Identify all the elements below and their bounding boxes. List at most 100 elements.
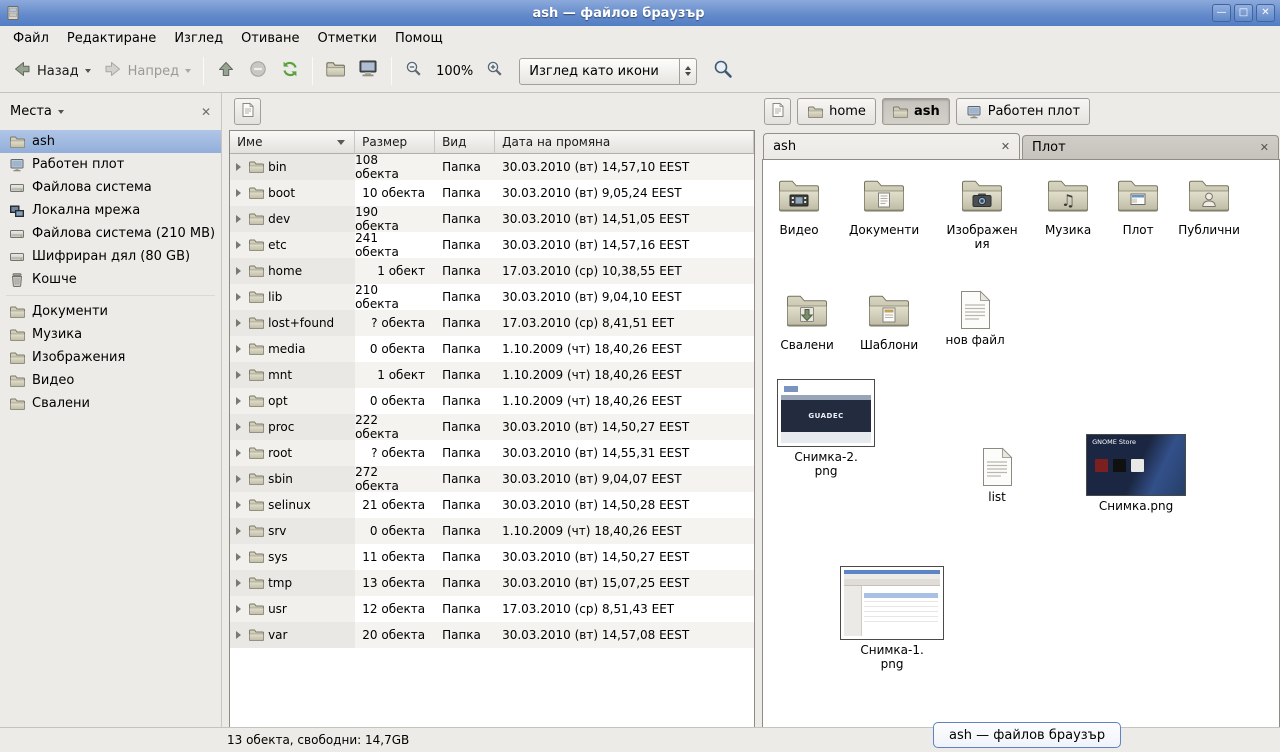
file-row-mnt[interactable]: mnt1 обектПапка1.10.2009 (чт) 18,40,26 E… — [230, 362, 754, 388]
expander-icon[interactable] — [236, 163, 241, 171]
back-history-chevron-icon[interactable] — [85, 69, 91, 73]
icon-item-documents[interactable]: Документи — [846, 172, 922, 237]
expander-icon[interactable] — [236, 319, 241, 327]
expander-icon[interactable] — [236, 423, 241, 431]
expander-icon[interactable] — [236, 267, 241, 275]
breadcrumb-ash[interactable]: ash — [882, 98, 950, 125]
sidebar-item-ash[interactable]: ash — [0, 130, 221, 153]
menu-go[interactable]: Отиване — [232, 28, 308, 49]
pane-splitter[interactable] — [222, 93, 229, 727]
icon-item-list[interactable]: list — [959, 447, 1035, 504]
sidebar-item-trash[interactable]: Кошче — [0, 268, 221, 291]
taskbar-window-label[interactable]: ash — файлов браузър — [933, 722, 1121, 748]
expander-icon[interactable] — [236, 449, 241, 457]
column-header-name[interactable]: Име — [230, 131, 355, 154]
file-row-srv[interactable]: srv0 обектаПапка1.10.2009 (чт) 18,40,26 … — [230, 518, 754, 544]
icon-item-snimka-2[interactable]: GUADECСнимка-2. png — [774, 379, 878, 479]
expander-icon[interactable] — [236, 293, 241, 301]
tab-ash[interactable]: ash✕ — [763, 133, 1020, 159]
file-row-var[interactable]: var20 обектаПапка30.03.2010 (вт) 14,57,0… — [230, 622, 754, 648]
sidebar-item-desktop[interactable]: Работен плот — [0, 153, 221, 176]
icon-item-music[interactable]: ♫Музика — [1030, 172, 1106, 237]
zoom-in-button[interactable] — [479, 55, 511, 87]
file-row-tmp[interactable]: tmp13 обектаПапка30.03.2010 (вт) 15,07,2… — [230, 570, 754, 596]
sidebar-item-downloads[interactable]: Свалени — [0, 392, 221, 415]
expander-icon[interactable] — [236, 241, 241, 249]
menu-edit[interactable]: Редактиране — [58, 28, 165, 49]
location-toggle-button[interactable] — [234, 98, 261, 125]
file-row-sbin[interactable]: sbin272 обектаПапка30.03.2010 (вт) 9,04,… — [230, 466, 754, 492]
icon-item-public[interactable]: Публични — [1171, 172, 1247, 237]
location-toggle-button[interactable] — [764, 98, 791, 125]
sidebar-close-icon[interactable]: ✕ — [201, 105, 211, 119]
close-button[interactable]: ✕ — [1256, 4, 1275, 22]
icon-view[interactable]: ВидеоДокументи Изображен ия♫МузикаПлотПуб… — [762, 159, 1280, 727]
expander-icon[interactable] — [236, 397, 241, 405]
file-row-sys[interactable]: sys11 обектаПапка30.03.2010 (вт) 14,50,2… — [230, 544, 754, 570]
forward-button[interactable]: Напред — [97, 55, 197, 87]
maximize-button[interactable]: □ — [1234, 4, 1253, 22]
home-button[interactable] — [319, 55, 351, 87]
titlebar[interactable]: ash — файлов браузър — □ ✕ — [0, 0, 1280, 26]
sidebar-item-filesystem-210mb[interactable]: Файлова система (210 MB) — [0, 222, 221, 245]
file-row-bin[interactable]: bin108 обектаПапка30.03.2010 (вт) 14,57,… — [230, 154, 754, 180]
expander-icon[interactable] — [236, 475, 241, 483]
view-mode-select[interactable]: Изглед като икони — [519, 58, 697, 85]
file-row-root[interactable]: root? обектаПапка30.03.2010 (вт) 14,55,3… — [230, 440, 754, 466]
expander-icon[interactable] — [236, 371, 241, 379]
tab-plot[interactable]: Плот✕ — [1022, 135, 1279, 159]
menu-help[interactable]: Помощ — [386, 28, 452, 49]
sidebar-item-filesystem[interactable]: Файлова система — [0, 176, 221, 199]
back-button[interactable]: Назад — [6, 55, 97, 87]
file-row-boot[interactable]: boot10 обектаПапка30.03.2010 (вт) 9,05,2… — [230, 180, 754, 206]
expander-icon[interactable] — [236, 345, 241, 353]
sidebar-item-images[interactable]: Изображения — [0, 346, 221, 369]
expander-icon[interactable] — [236, 501, 241, 509]
tab-close-icon[interactable]: ✕ — [1001, 141, 1010, 152]
file-row-dev[interactable]: dev190 обектаПапка30.03.2010 (вт) 14,51,… — [230, 206, 754, 232]
sidebar-item-network[interactable]: Локална мрежа — [0, 199, 221, 222]
expander-icon[interactable] — [236, 527, 241, 535]
column-header-type[interactable]: Вид — [435, 131, 495, 154]
file-row-home[interactable]: home1 обектПапка17.03.2010 (ср) 10,38,55… — [230, 258, 754, 284]
icon-item-snimka-1[interactable]: Снимка-1. png — [841, 566, 943, 672]
menu-file[interactable]: Файл — [4, 28, 58, 49]
expander-icon[interactable] — [236, 605, 241, 613]
icon-item-downloads[interactable]: Свалени — [769, 287, 845, 352]
sidebar-chevron-icon[interactable] — [58, 110, 64, 114]
zoom-out-button[interactable] — [398, 55, 430, 87]
pane-splitter[interactable] — [755, 93, 762, 727]
file-row-proc[interactable]: proc222 обектаПапка30.03.2010 (вт) 14,50… — [230, 414, 754, 440]
file-row-media[interactable]: media0 обектаПапка1.10.2009 (чт) 18,40,2… — [230, 336, 754, 362]
expander-icon[interactable] — [236, 553, 241, 561]
icon-item-plot[interactable]: Плот — [1100, 172, 1176, 237]
icon-item-images[interactable]: Изображен ия — [944, 172, 1020, 252]
icon-item-templates[interactable]: Шаблони — [851, 287, 927, 352]
computer-button[interactable] — [351, 55, 385, 87]
icon-item-snimka[interactable]: GNOME StoreСнимка.png — [1083, 434, 1189, 513]
file-row-lib[interactable]: lib210 обектаПапка30.03.2010 (вт) 9,04,1… — [230, 284, 754, 310]
expander-icon[interactable] — [236, 631, 241, 639]
menu-bookmarks[interactable]: Отметки — [308, 28, 385, 49]
expander-icon[interactable] — [236, 189, 241, 197]
column-header-modified[interactable]: Дата на промяна — [495, 131, 754, 154]
sidebar-item-video[interactable]: Видео — [0, 369, 221, 392]
sidebar-item-documents[interactable]: Документи — [0, 300, 221, 323]
file-row-selinux[interactable]: selinux21 обектаПапка30.03.2010 (вт) 14,… — [230, 492, 754, 518]
combo-arrows-icon[interactable] — [679, 59, 696, 84]
sidebar-item-music[interactable]: Музика — [0, 323, 221, 346]
file-row-opt[interactable]: opt0 обектаПапка1.10.2009 (чт) 18,40,26 … — [230, 388, 754, 414]
expander-icon[interactable] — [236, 215, 241, 223]
search-button[interactable] — [707, 55, 739, 87]
up-button[interactable] — [210, 55, 242, 87]
expander-icon[interactable] — [236, 579, 241, 587]
file-row-lost+found[interactable]: lost+found? обектаПапка17.03.2010 (ср) 8… — [230, 310, 754, 336]
reload-button[interactable] — [274, 55, 306, 87]
breadcrumb-home[interactable]: home — [797, 98, 876, 125]
sidebar-item-encrypted-80gb[interactable]: Шифриран дял (80 GB) — [0, 245, 221, 268]
file-row-etc[interactable]: etc241 обектаПапка30.03.2010 (вт) 14,57,… — [230, 232, 754, 258]
icon-item-video[interactable]: Видео — [762, 172, 837, 237]
tab-close-icon[interactable]: ✕ — [1260, 142, 1269, 153]
breadcrumb-desktop[interactable]: Работен плот — [956, 98, 1090, 125]
icon-item-new-file[interactable]: нов файл — [937, 290, 1013, 347]
